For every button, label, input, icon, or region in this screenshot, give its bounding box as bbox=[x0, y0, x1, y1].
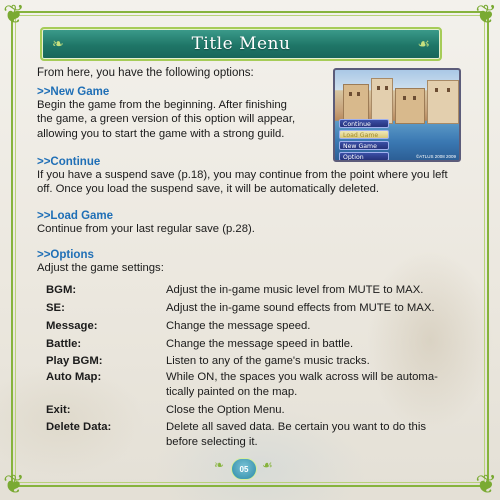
section-heading: >>Options bbox=[37, 249, 94, 261]
section-line: If you have a suspend save (p.18), you m… bbox=[37, 169, 448, 181]
title-menu-screenshot: Continue Load Game New Game Option ©ATLU… bbox=[333, 68, 461, 162]
option-label: Exit: bbox=[46, 404, 71, 416]
intro-text: From here, you have the following option… bbox=[37, 67, 254, 79]
section-continue: >>Continue If you have a suspend save (p… bbox=[37, 156, 467, 197]
option-label: Auto Map: bbox=[46, 371, 102, 383]
page-leaf-icon: ☙ bbox=[262, 458, 273, 472]
option-desc: Adjust the in-game sound effects from MU… bbox=[166, 302, 435, 314]
option-desc: Change the message speed in battle. bbox=[166, 338, 354, 350]
option-desc: Adjust the in-game music level from MUTE… bbox=[166, 284, 424, 296]
screenshot-menu-item: Continue bbox=[339, 119, 389, 128]
section-line: Begin the game from the beginning. After… bbox=[37, 99, 287, 111]
page-leaf-icon: ❧ bbox=[214, 458, 225, 472]
option-desc: While ON, the spaces you walk across wil… bbox=[166, 371, 438, 383]
page-title: Title Menu bbox=[191, 34, 291, 54]
option-desc: tically painted on the map. bbox=[166, 386, 298, 398]
option-label: SE: bbox=[46, 302, 65, 314]
option-desc: before selecting it. bbox=[166, 436, 258, 448]
section-load-game: >>Load Game Continue from your last regu… bbox=[37, 210, 467, 236]
section-options: >>Options Adjust the game settings: bbox=[37, 249, 467, 275]
screenshot-menu-item: Load Game bbox=[339, 130, 389, 139]
section-line: Adjust the game settings: bbox=[37, 262, 164, 274]
corner-ornament-icon: ❦ bbox=[3, 470, 25, 500]
option-label: BGM: bbox=[46, 284, 77, 296]
section-line: Continue from your last regular save (p.… bbox=[37, 223, 255, 235]
section-new-game: >>New Game Begin the game from the begin… bbox=[37, 86, 327, 141]
option-desc: Listen to any of the game's music tracks… bbox=[166, 355, 370, 367]
option-desc: Close the Option Menu. bbox=[166, 404, 285, 416]
section-heading: >>New Game bbox=[37, 86, 110, 98]
section-heading: >>Continue bbox=[37, 156, 101, 168]
title-banner: ❧ Title Menu ☙ bbox=[40, 27, 442, 61]
page-number: 05 bbox=[231, 458, 257, 480]
corner-ornament-icon: ❦ bbox=[3, 0, 25, 30]
section-heading: >>Load Game bbox=[37, 210, 114, 222]
option-desc: Change the message speed. bbox=[166, 320, 311, 332]
option-desc: Delete all saved data. Be certain you wa… bbox=[166, 421, 426, 433]
corner-ornament-icon: ❦ bbox=[475, 0, 497, 30]
option-label: Delete Data: bbox=[46, 421, 112, 433]
banner-leaf-icon: ❧ bbox=[52, 35, 64, 52]
section-line: the game, a green version of this option… bbox=[37, 113, 296, 126]
section-line: allowing you to start the game with a st… bbox=[37, 127, 285, 140]
section-line: off. Once you load the suspend save, it … bbox=[37, 183, 380, 196]
banner-leaf-icon: ☙ bbox=[417, 35, 430, 52]
option-label: Play BGM: bbox=[46, 355, 103, 367]
option-label: Message: bbox=[46, 320, 98, 332]
option-label: Battle: bbox=[46, 338, 82, 350]
screenshot-menu-item: New Game bbox=[339, 141, 389, 150]
corner-ornament-icon: ❦ bbox=[475, 470, 497, 500]
